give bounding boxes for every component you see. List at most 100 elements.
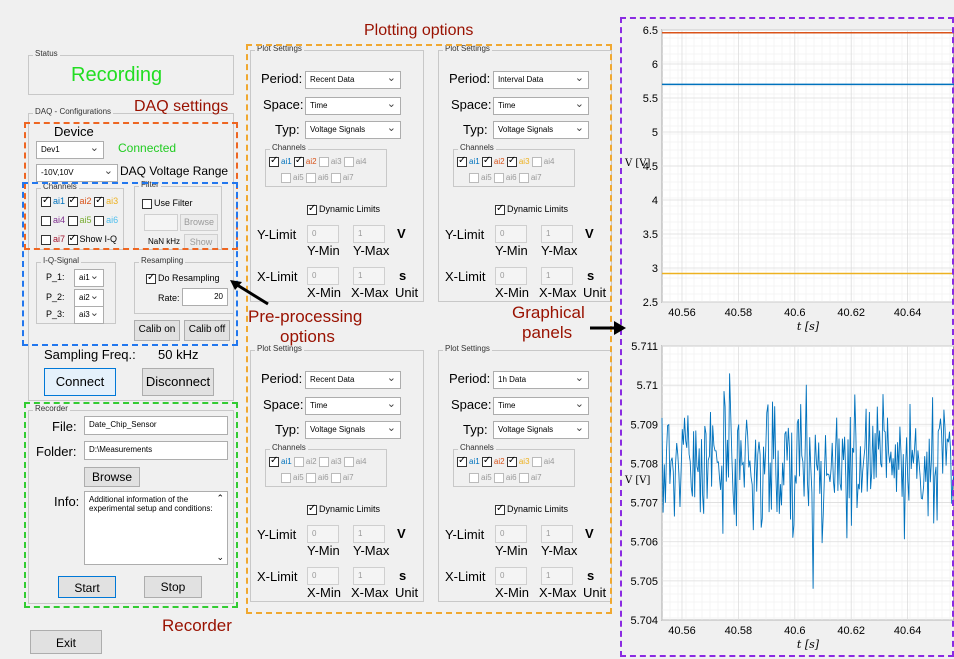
preprocessing-label-1: Pre-processing (248, 307, 363, 326)
exit-button[interactable]: Exit (30, 630, 102, 654)
daq-settings-label: DAQ settings (134, 98, 229, 115)
plot-ch-ai2-checkbox[interactable]: ai2 (293, 457, 317, 467)
start-button[interactable]: Start (58, 576, 116, 598)
y-tick-label: 5.705 (630, 576, 658, 588)
xmin-input[interactable]: 0 (495, 267, 527, 285)
plot-ch-ai4-checkbox[interactable]: ai4 (343, 157, 366, 167)
ymax-input[interactable]: 1 (541, 525, 573, 543)
ymin-input[interactable]: 0 (307, 525, 339, 543)
p3-select[interactable]: ai3 (74, 306, 104, 324)
period-select[interactable]: Recent Data (305, 371, 401, 389)
do-resampling-checkbox[interactable]: Do Resampling (146, 272, 220, 284)
plot-ch-ai4-checkbox[interactable]: ai4 (531, 457, 554, 467)
typ-select[interactable]: Voltage Signals (305, 421, 401, 439)
dynamic-limits-checkbox[interactable]: Dynamic Limits (307, 503, 380, 515)
plot-ch-ai2-checkbox[interactable]: ai2 (481, 155, 505, 167)
dynamic-limits-checkbox[interactable]: Dynamic Limits (495, 503, 568, 515)
xmax-input[interactable]: 1 (541, 267, 573, 285)
plot-ch-ai6-checkbox[interactable]: ai6 (493, 173, 517, 183)
ymax-input[interactable]: 1 (541, 225, 573, 243)
ch-ai1-checkbox[interactable]: ai1 (41, 195, 65, 207)
calib-off-button[interactable]: Calib off (184, 320, 230, 341)
ch-ai4-checkbox[interactable]: ai4 (41, 215, 65, 226)
ylimit-unit: V (397, 226, 406, 241)
connect-button[interactable]: Connect (44, 368, 116, 396)
xmin-label: X-Min (307, 585, 341, 600)
space-select[interactable]: Time (305, 397, 401, 415)
plot-ch-ai5-checkbox[interactable]: ai5 (469, 173, 492, 183)
plot-ch-ai1-checkbox[interactable]: ai1 (457, 155, 480, 167)
plot-ch-ai7-checkbox[interactable]: ai7 (518, 473, 542, 483)
x-tick-label: 40.64 (894, 625, 922, 637)
show-iq-checkbox[interactable]: Show I-Q (67, 233, 117, 245)
xmax-input[interactable]: 1 (353, 567, 385, 585)
ch-ai6-checkbox[interactable]: ai6 (94, 215, 118, 226)
period-select[interactable]: Recent Data (305, 71, 401, 89)
space-select[interactable]: Time (305, 97, 401, 115)
ch-ai2-checkbox[interactable]: ai2 (67, 195, 92, 207)
voltage-range-select[interactable]: -10V,10V (36, 164, 118, 182)
plot-ch-ai4-checkbox[interactable]: ai4 (531, 157, 554, 167)
plot-ch-ai4-checkbox[interactable]: ai4 (343, 457, 366, 467)
plot-ch-ai1-checkbox[interactable]: ai1 (457, 455, 480, 467)
ch-ai7-checkbox[interactable]: ai7 (41, 234, 65, 245)
plot-ch-ai3-checkbox[interactable]: ai3 (506, 155, 530, 167)
xmax-input[interactable]: 1 (353, 267, 385, 285)
p1-select[interactable]: ai1 (74, 269, 104, 287)
plot-ch-ai6-checkbox[interactable]: ai6 (305, 173, 329, 183)
typ-label: Typ: (275, 422, 300, 437)
dynamic-limits-checkbox[interactable]: Dynamic Limits (307, 203, 380, 215)
info-textarea[interactable]: Additional information of the experiment… (84, 491, 228, 565)
file-input[interactable]: Date_Chip_Sensor (84, 416, 228, 435)
xmax-input[interactable]: 1 (541, 567, 573, 585)
xmin-input[interactable]: 0 (495, 567, 527, 585)
plot-ch-ai7-checkbox[interactable]: ai7 (518, 173, 542, 183)
filter-show-button[interactable]: Show (184, 234, 218, 250)
rate-input[interactable]: 20 (182, 288, 228, 306)
plot-ch-ai6-checkbox[interactable]: ai6 (493, 473, 517, 483)
scroll-down-icon[interactable]: ⌄ (216, 552, 224, 563)
period-select[interactable]: Interval Data (493, 71, 589, 89)
ymin-input[interactable]: 0 (495, 525, 527, 543)
plot-ch-ai1-checkbox[interactable]: ai1 (269, 155, 292, 167)
space-select[interactable]: Time (493, 397, 589, 415)
plot-ch-ai7-checkbox[interactable]: ai7 (330, 473, 354, 483)
recorder-browse-button[interactable]: Browse (84, 467, 140, 487)
ymax-input[interactable]: 1 (353, 525, 385, 543)
scroll-up-icon[interactable]: ⌃ (216, 493, 224, 504)
typ-select[interactable]: Voltage Signals (305, 121, 401, 139)
xmin-input[interactable]: 0 (307, 567, 339, 585)
ch-ai5-checkbox[interactable]: ai5 (67, 215, 92, 226)
filter-file-input[interactable] (144, 214, 178, 231)
plot-ch-ai5-checkbox[interactable]: ai5 (469, 473, 492, 483)
plot-ch-ai6-checkbox[interactable]: ai6 (305, 473, 329, 483)
space-select[interactable]: Time (493, 97, 589, 115)
plot-ch-ai5-checkbox[interactable]: ai5 (281, 473, 304, 483)
dynamic-limits-checkbox[interactable]: Dynamic Limits (495, 203, 568, 215)
typ-select[interactable]: Voltage Signals (493, 121, 589, 139)
ymin-input[interactable]: 0 (495, 225, 527, 243)
plot-ch-ai3-checkbox[interactable]: ai3 (318, 457, 342, 467)
filter-browse-button[interactable]: Browse (180, 214, 218, 231)
ymax-input[interactable]: 1 (353, 225, 385, 243)
disconnect-button[interactable]: Disconnect (142, 368, 214, 396)
p2-select[interactable]: ai2 (74, 289, 104, 307)
device-select[interactable]: Dev1 (36, 141, 104, 159)
plot-ch-ai3-checkbox[interactable]: ai3 (318, 157, 342, 167)
ymin-input[interactable]: 0 (307, 225, 339, 243)
typ-select[interactable]: Voltage Signals (493, 421, 589, 439)
plot-ch-ai7-checkbox[interactable]: ai7 (330, 173, 354, 183)
plot-ch-ai3-checkbox[interactable]: ai3 (506, 455, 530, 467)
ch-ai3-checkbox[interactable]: ai3 (94, 195, 118, 207)
plot-ch-ai5-checkbox[interactable]: ai5 (281, 173, 304, 183)
use-filter-checkbox[interactable]: Use Filter (142, 198, 193, 209)
period-select[interactable]: 1h Data (493, 371, 589, 389)
plot-ch-ai1-checkbox[interactable]: ai1 (269, 455, 292, 467)
plot-ch-ai2-checkbox[interactable]: ai2 (481, 455, 505, 467)
folder-input[interactable]: D:\Measurements (84, 441, 228, 460)
stop-button[interactable]: Stop (144, 576, 202, 598)
calib-on-button[interactable]: Calib on (134, 320, 180, 341)
plot-ch-ai2-checkbox[interactable]: ai2 (293, 155, 317, 167)
chart-bottom: 5.704 5.705 5.706 5.707 5.708 5.709 5.71 5.711 4… (624, 341, 954, 651)
xmin-input[interactable]: 0 (307, 267, 339, 285)
